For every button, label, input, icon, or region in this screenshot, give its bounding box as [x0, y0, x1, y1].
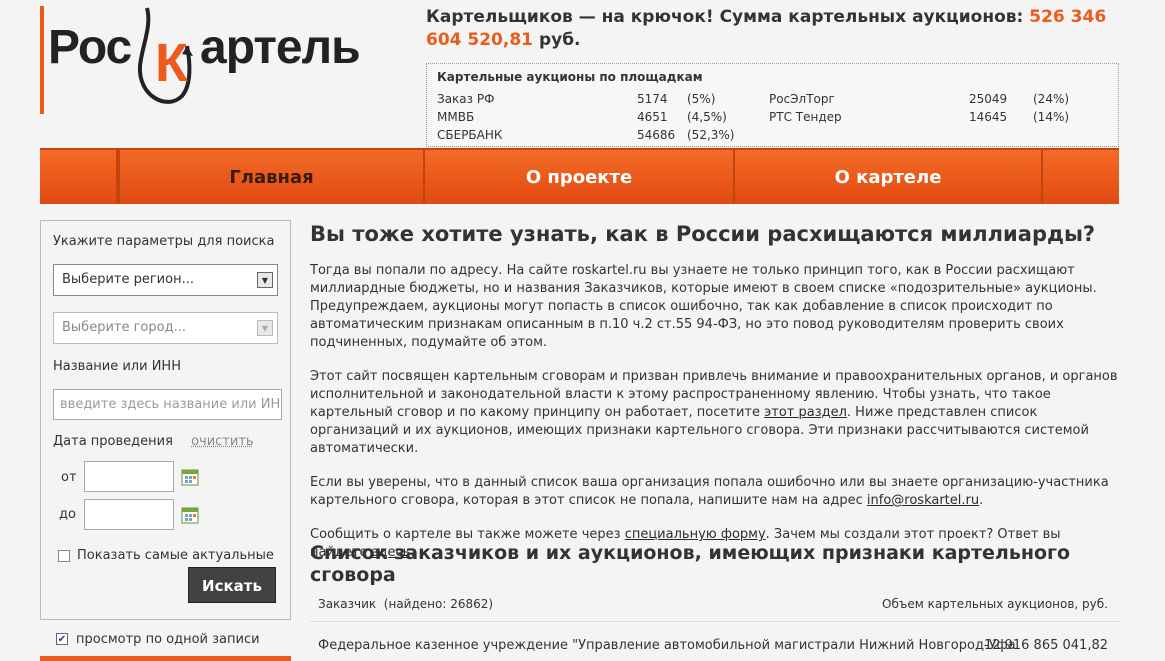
email-link[interactable]: info@roskartel.ru: [867, 493, 979, 508]
date-label: Дата проведения очистить: [53, 434, 254, 449]
platform-row: СБЕРБАНК 54686 (52,3%): [437, 128, 767, 146]
date-from-input[interactable]: [84, 461, 174, 492]
to-label: до: [59, 507, 76, 522]
platform-row: ММВБ 4651 (4,5%): [437, 110, 767, 128]
platform-count: 4651: [637, 110, 668, 124]
headline: Картельщиков — на крючок! Сумма картельн…: [426, 6, 1126, 52]
special-form-link[interactable]: специальную форму: [625, 527, 766, 542]
actual-checkbox[interactable]: [58, 550, 70, 562]
from-label: от: [61, 470, 77, 485]
contact-paragraph: Если вы уверены, что в данный список ваш…: [310, 474, 1120, 510]
name-label: Название или ИНН: [53, 359, 181, 374]
customer-volume: 12 916 865 041,82: [983, 638, 1108, 653]
chevron-down-icon[interactable]: ▼: [257, 272, 273, 288]
platforms-title: Картельные аукционы по площадкам: [437, 70, 703, 84]
city-select-value: Выберите город...: [62, 320, 186, 335]
city-select[interactable]: Выберите город... ▼: [53, 312, 278, 344]
platform-row: РТС Тендер 14645 (14%): [769, 110, 1109, 128]
intro-paragraph: Тогда вы попали по адресу. На сайте rosk…: [310, 263, 1097, 350]
table-header-customer: Заказчик (найдено: 26862): [318, 597, 494, 611]
platform-name: Заказ РФ: [437, 92, 495, 106]
customer-name[interactable]: Федеральное казенное учреждение "Управле…: [318, 638, 1016, 653]
region-select-value: Выберите регион...: [62, 272, 194, 287]
single-view-checkbox[interactable]: ✔: [56, 633, 68, 645]
table-header-volume: Объем картельных аукционов, руб.: [882, 597, 1108, 611]
actual-label: Показать самые актуальные: [77, 548, 274, 563]
single-view-label: просмотр по одной записи: [76, 632, 260, 647]
date-label-text: Дата проведения: [53, 434, 173, 449]
contact-text-2: .: [979, 493, 984, 508]
platform-pct: (52,3%): [687, 128, 735, 142]
platform-count: 14645: [969, 110, 1008, 124]
headline-currency: руб.: [538, 30, 581, 50]
main-nav: Главная О проекте О картеле: [40, 148, 1119, 204]
platform-name: РТС Тендер: [769, 110, 842, 124]
search-panel: Укажите параметры для поиска Выберите ре…: [40, 220, 291, 620]
this-section-link[interactable]: этот раздел: [764, 405, 847, 420]
platform-pct: (4,5%): [687, 110, 727, 124]
platform-name: СБЕРБАНК: [437, 128, 503, 142]
logo-text-k: К: [155, 33, 188, 93]
logo-text-ros: Рос: [48, 21, 132, 74]
search-button[interactable]: Искать: [188, 567, 276, 603]
contact-text-1: Если вы уверены, что в данный список ваш…: [310, 475, 1109, 508]
table-header: Заказчик (найдено: 26862) Объем картельн…: [310, 586, 1120, 622]
site-logo[interactable]: Рос К артель: [40, 6, 385, 116]
region-select[interactable]: Выберите регион... ▼: [53, 264, 278, 296]
platform-row: РосЭлТорг 25049 (24%): [769, 92, 1109, 110]
list-title: Список заказчиков и их аукционов, имеющи…: [310, 542, 1071, 586]
logo-text-artel: артель: [200, 21, 361, 74]
main-content: Вы тоже хотите узнать, как в России расх…: [310, 220, 1120, 653]
platform-name: РосЭлТорг: [769, 92, 835, 106]
tab-cartel[interactable]: О картеле: [733, 150, 1041, 204]
platform-pct: (24%): [1033, 92, 1070, 106]
platform-name: ММВБ: [437, 110, 475, 124]
page-title: Вы тоже хотите узнать, как в России расх…: [310, 222, 1096, 246]
platform-count: 5174: [637, 92, 668, 106]
calendar-icon[interactable]: [181, 506, 199, 524]
report-text-1: Сообщить о картеле вы также можете через: [310, 527, 621, 542]
platforms-box: Картельные аукционы по площадкам Заказ Р…: [426, 63, 1119, 147]
sidebar-bottom-bar: [40, 656, 291, 661]
nav-divider: [1041, 150, 1043, 204]
tab-home[interactable]: Главная: [118, 150, 423, 204]
logo-bar: [40, 6, 44, 114]
name-inn-input[interactable]: [53, 389, 282, 420]
date-to-input[interactable]: [84, 499, 174, 530]
calendar-icon[interactable]: [181, 468, 199, 486]
platform-pct: (14%): [1033, 110, 1070, 124]
clear-date-link[interactable]: очистить: [191, 434, 254, 449]
tab-about[interactable]: О проекте: [423, 150, 733, 204]
platform-pct: (5%): [687, 92, 716, 106]
about-paragraph: Этот сайт посвящен картельным сговорам и…: [310, 368, 1120, 458]
platform-count: 25049: [969, 92, 1008, 106]
headline-text: Картельщиков — на крючок! Сумма картельн…: [426, 7, 1024, 27]
chevron-down-icon[interactable]: ▼: [257, 320, 273, 336]
search-panel-title: Укажите параметры для поиска: [53, 234, 275, 249]
platform-row: Заказ РФ 5174 (5%): [437, 92, 767, 110]
platform-count: 54686: [637, 128, 676, 142]
